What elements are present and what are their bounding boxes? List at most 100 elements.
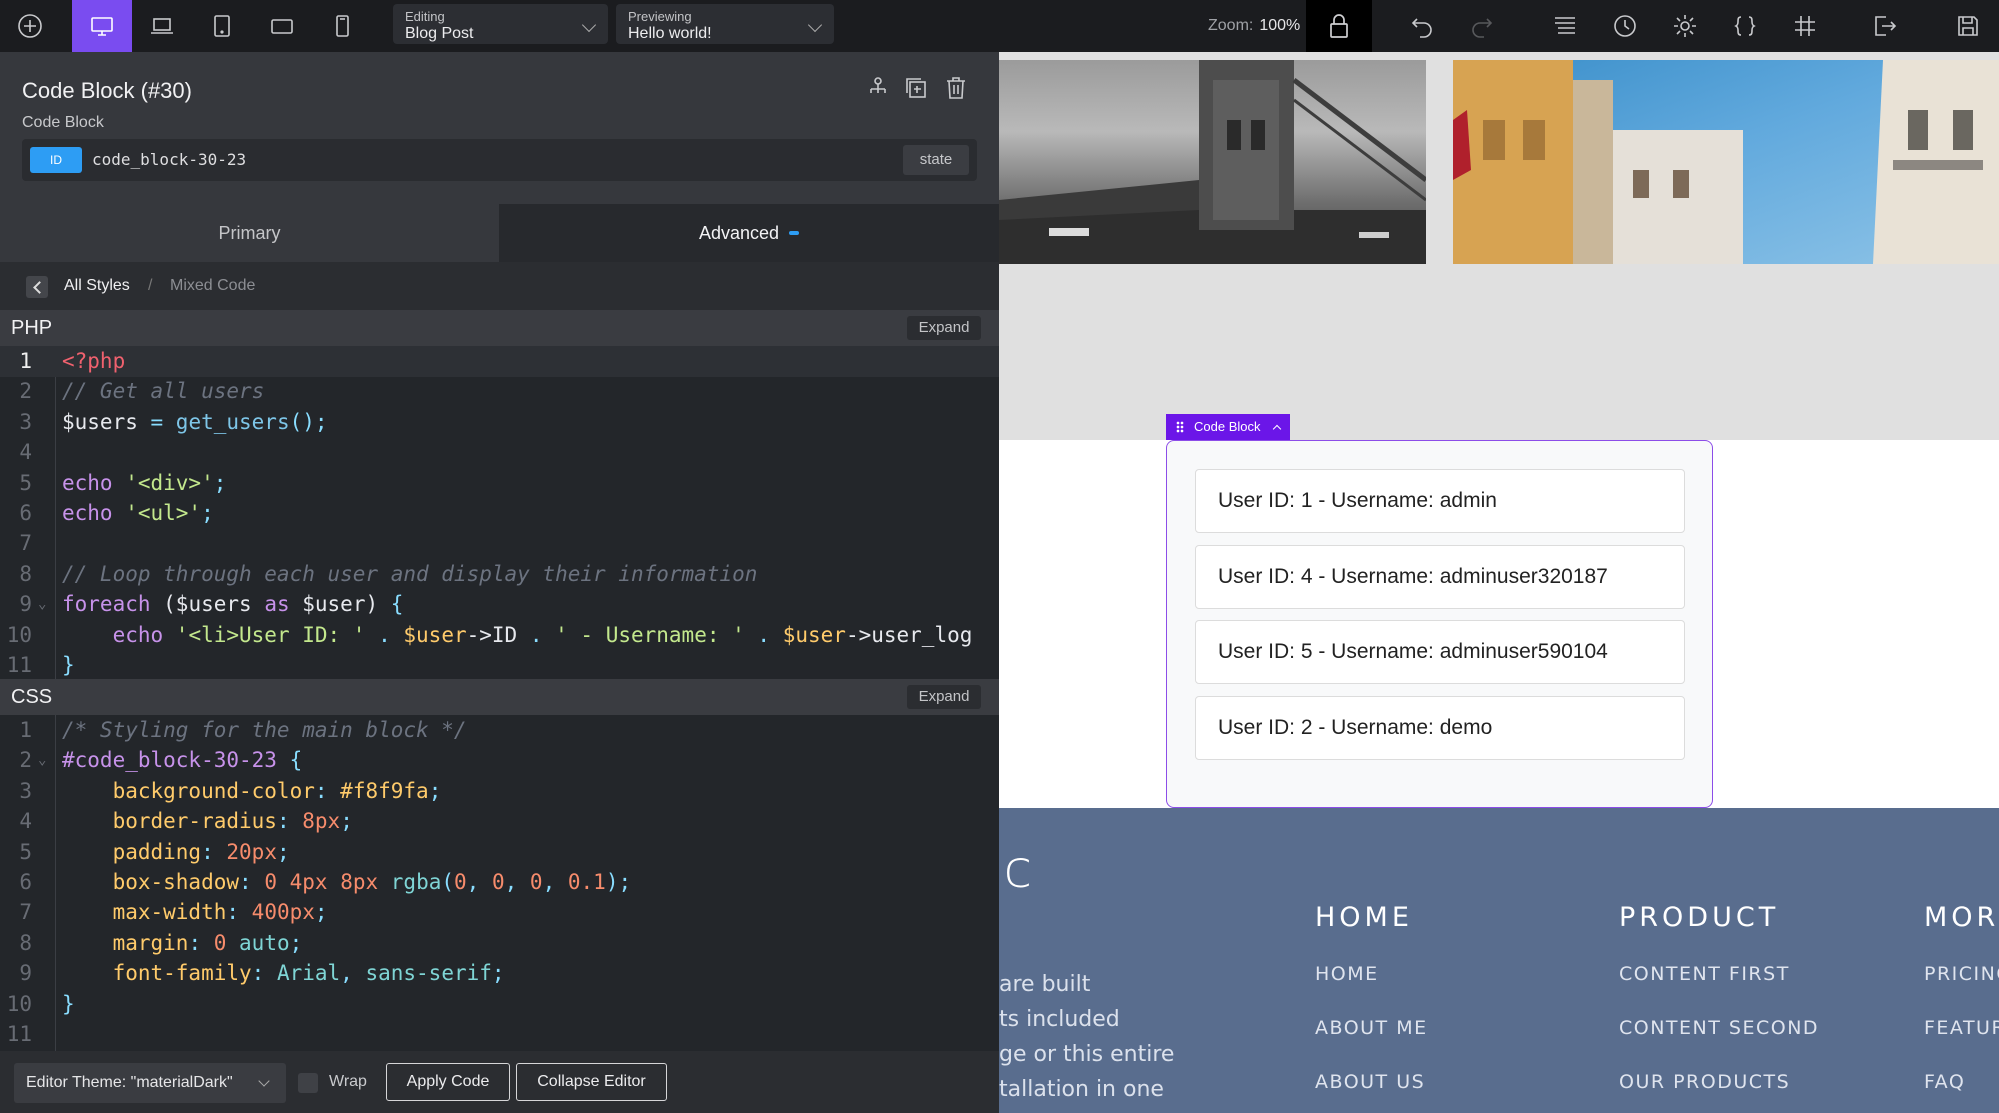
wrap-checkbox[interactable] [298, 1073, 318, 1093]
code-line[interactable]: 8 // Loop through each user and display t… [0, 559, 999, 590]
line-number: 8 [19, 561, 32, 586]
id-value[interactable]: code_block-30-23 [92, 150, 246, 169]
code-line[interactable]: 9 ⌄ foreach ($users as $user) { [0, 589, 999, 620]
php-code-editor[interactable]: 1 <?php 2 // Get all users 3 $users = get_use… [0, 346, 999, 732]
editor-theme-select[interactable]: Editor Theme: "materialDark" [14, 1063, 286, 1103]
code-line[interactable]: 5 padding: 20px; [0, 837, 999, 868]
drag-handle-icon[interactable] [1176, 421, 1184, 433]
code-line[interactable]: 10 echo '<li>User ID: ' . $user->ID . ' … [0, 620, 999, 651]
code-line[interactable]: 5 echo '<div>'; [0, 468, 999, 499]
code-line[interactable]: 2 ⌄ #code_block-30-23 { [0, 745, 999, 776]
code-line[interactable]: 2 // Get all users [0, 376, 999, 407]
structure-icon[interactable] [1543, 0, 1587, 52]
phone-icon[interactable] [320, 0, 364, 52]
footer-link[interactable]: PRICING [1924, 963, 1999, 985]
tablet-icon[interactable] [200, 0, 244, 52]
code-text: #code_block-30-23 { [62, 748, 303, 773]
footer-link[interactable]: ABOUT US [1315, 1071, 1425, 1093]
footer-text-line: ts included [999, 1007, 1120, 1032]
code-braces-icon[interactable] [1723, 0, 1767, 52]
zoom-value: 100% [1259, 17, 1301, 34]
settings-icon[interactable] [1663, 0, 1707, 52]
footer-link[interactable]: CONTENT FIRST [1619, 963, 1790, 985]
code-line[interactable]: 4 [0, 437, 999, 468]
code-block-handle[interactable]: Code Block [1166, 414, 1291, 440]
preview-canvas[interactable]: Code Block User ID: 1 - Username: admin … [999, 52, 1999, 1113]
add-icon[interactable] [8, 0, 52, 52]
footer-heading-product: PRODUCT [1619, 902, 1780, 933]
line-number: 7 [19, 531, 32, 556]
code-line[interactable]: 7 max-width: 400px; [0, 897, 999, 928]
apply-code-button[interactable]: Apply Code [386, 1063, 510, 1101]
save-icon[interactable] [1946, 0, 1990, 52]
chevron-up-icon[interactable] [1272, 424, 1282, 434]
line-number: 1 [19, 718, 32, 742]
code-line[interactable]: 10} [0, 989, 999, 1020]
css-expand-button[interactable]: Expand [907, 685, 981, 709]
tab-primary[interactable]: Primary [0, 204, 499, 262]
line-number: 10 [6, 622, 32, 647]
code-line[interactable]: 11} [0, 650, 999, 681]
code-line[interactable]: 7 [0, 528, 999, 559]
grid-icon[interactable] [1783, 0, 1827, 52]
fold-chevron-icon[interactable]: ⌄ [38, 589, 46, 620]
laptop-icon[interactable] [140, 0, 184, 52]
code-line[interactable]: 3 $users = get_users(); [0, 407, 999, 438]
line-number: 2 [19, 748, 32, 773]
delete-icon[interactable] [942, 74, 974, 106]
line-number: 7 [19, 900, 32, 925]
collapse-editor-button[interactable]: Collapse Editor [516, 1063, 667, 1101]
history-icon[interactable] [1603, 0, 1647, 52]
code-line[interactable]: 9 font-family: Arial, sans-serif; [0, 958, 999, 989]
lock-icon[interactable] [1306, 0, 1372, 52]
redo-icon[interactable] [1460, 0, 1504, 52]
line-number: 4 [19, 440, 32, 465]
line-number: 10 [6, 991, 32, 1016]
chevron-down-icon [258, 1075, 270, 1087]
tab-primary-label: Primary [218, 222, 281, 243]
code-line[interactable]: 1 /* Styling for the main block */ [0, 715, 999, 746]
footer-link[interactable]: FEATUR [1924, 1017, 1999, 1039]
top-toolbar: Editing Blog Post Previewing Hello world… [0, 0, 1999, 52]
editing-value: Blog Post [405, 25, 474, 42]
tablet-landscape-icon[interactable] [260, 0, 304, 52]
code-line[interactable]: 6 box-shadow: 0 4px 8px rgba(0, 0, 0, 0.… [0, 867, 999, 898]
undo-icon[interactable] [1400, 0, 1444, 52]
structure-navigator-icon[interactable] [864, 74, 896, 106]
code-text: font-family: Arial, sans-serif; [62, 961, 505, 986]
editing-caption: Editing [405, 9, 445, 24]
code-text: max-width: 400px; [62, 900, 328, 925]
code-text: background-color: #f8f9fa; [62, 778, 442, 803]
code-line[interactable]: 1 <?php [0, 346, 999, 377]
desktop-icon[interactable] [72, 0, 132, 52]
modified-indicator [789, 231, 800, 235]
code-line[interactable]: 6 echo '<ul>'; [0, 498, 999, 529]
id-badge[interactable]: ID [30, 147, 82, 173]
duplicate-icon[interactable] [902, 74, 934, 106]
zoom-indicator[interactable]: Zoom: 100% [1208, 0, 1300, 52]
element-title: Code Block (#30) [22, 78, 192, 103]
php-expand-button[interactable]: Expand [907, 316, 981, 340]
editing-select[interactable]: Editing Blog Post [393, 4, 608, 44]
footer-link[interactable]: FAQ [1924, 1071, 1965, 1093]
fold-chevron-icon[interactable]: ⌄ [38, 745, 46, 776]
id-row: ID code_block-30-23 state [22, 139, 977, 181]
code-line[interactable]: 8 margin: 0 auto; [0, 928, 999, 959]
line-number: 3 [19, 409, 32, 434]
code-line[interactable]: 4 border-radius: 8px; [0, 806, 999, 837]
code-line[interactable]: 3 background-color: #f8f9fa; [0, 776, 999, 807]
footer-link[interactable]: OUR PRODUCTS [1619, 1071, 1790, 1093]
tab-advanced[interactable]: Advanced [499, 204, 999, 262]
state-button[interactable]: state [903, 145, 969, 175]
footer-text-line: tallation in one [999, 1077, 1164, 1102]
previewing-select[interactable]: Previewing Hello world! [616, 4, 834, 44]
footer-link[interactable]: ABOUT ME [1315, 1017, 1428, 1039]
breadcrumb-all-styles[interactable]: All Styles [64, 277, 130, 295]
exit-icon[interactable] [1863, 0, 1907, 52]
footer-link[interactable]: CONTENT SECOND [1619, 1017, 1819, 1039]
back-chevron-icon[interactable] [26, 276, 48, 298]
footer-link[interactable]: HOME [1315, 963, 1379, 985]
code-line[interactable]: 11 [0, 1019, 999, 1050]
code-block-preview[interactable]: User ID: 1 - Username: admin User ID: 4 … [1166, 440, 1713, 808]
css-code-editor[interactable]: 1 /* Styling for the main block */ 2 ⌄ #code… [0, 715, 999, 1051]
